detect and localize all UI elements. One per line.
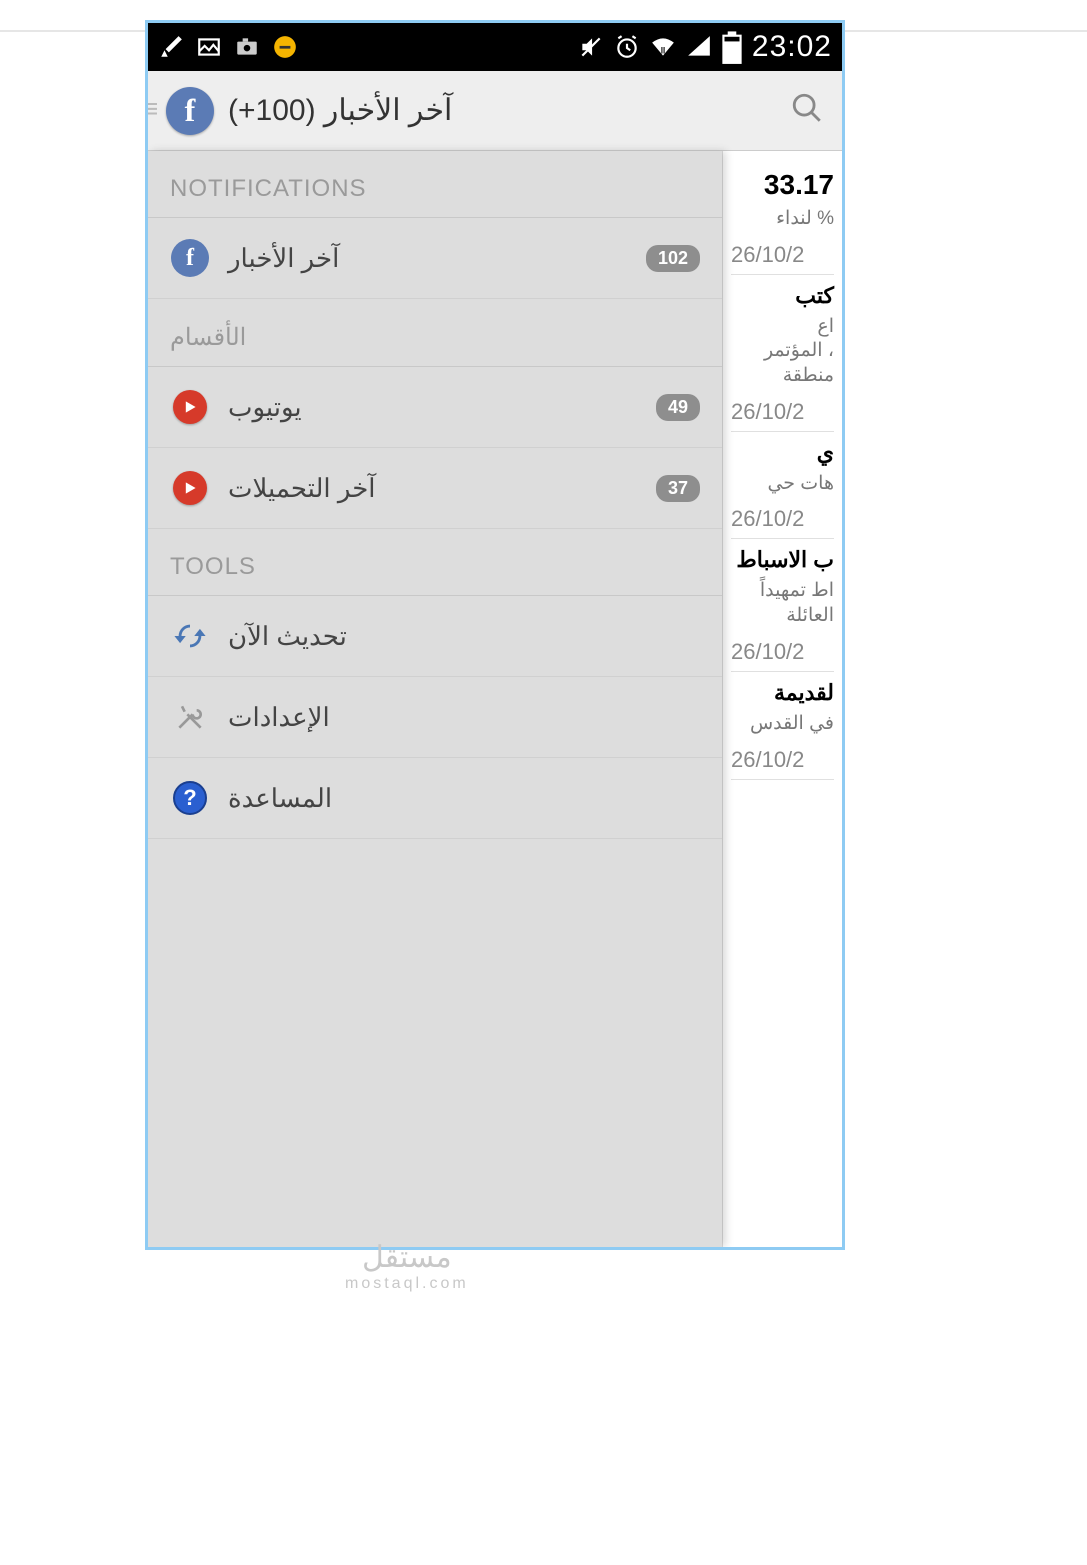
drawer-item-label: الإعدادات xyxy=(228,702,330,733)
drawer-item-label: تحديث الآن xyxy=(228,621,347,652)
bg-title-4: لقديمة xyxy=(731,680,834,706)
watermark-main: مستقل xyxy=(345,1240,469,1275)
facebook-icon: f xyxy=(171,239,209,277)
alarm-icon xyxy=(614,34,640,60)
mute-icon xyxy=(578,34,604,60)
facebook-icon: f xyxy=(166,87,214,135)
camera-icon xyxy=(234,34,260,60)
signal-icon xyxy=(686,34,712,60)
bg-sub-3: اط تمهيداً العائلة xyxy=(731,579,834,628)
count-badge: 49 xyxy=(656,394,700,421)
menu-icon[interactable]: ≡ xyxy=(145,93,158,125)
drawer-item-youtube[interactable]: يوتيوب 49 xyxy=(148,367,722,448)
drawer-item-settings[interactable]: الإعدادات xyxy=(148,677,722,758)
status-left-icons xyxy=(158,34,298,60)
drawer-item-label: آخر الأخبار xyxy=(228,243,339,274)
drawer-item-downloads[interactable]: آخر التحميلات 37 xyxy=(148,448,722,529)
bg-date-3: 26/10/2 xyxy=(731,639,834,665)
status-right-icons: 23:02 xyxy=(578,30,832,64)
device-frame: 23:02 ≡ f آخر الأخبار (100+) 33.17 % لند… xyxy=(145,20,845,1250)
count-badge: 102 xyxy=(646,245,700,272)
drawer-item-label: آخر التحميلات xyxy=(228,473,376,504)
play-icon xyxy=(173,471,207,505)
android-status-bar: 23:02 xyxy=(148,23,842,71)
play-icon xyxy=(173,390,207,424)
section-header-notifications: NOTIFICATIONS xyxy=(148,151,722,218)
tools-icon xyxy=(170,697,210,737)
bg-sub-2: هات حي xyxy=(731,472,834,497)
section-header-categories: الأقسام xyxy=(148,299,722,367)
news-list-background: 33.17 % لنداء 26/10/2 كتب اع ، المؤتمر م… xyxy=(722,151,842,1247)
brush-icon xyxy=(158,34,184,60)
bg-date-4: 26/10/2 xyxy=(731,747,834,773)
status-clock: 23:02 xyxy=(752,30,832,64)
bg-sub-4: في القدس xyxy=(731,712,834,737)
bg-date-1: 26/10/2 xyxy=(731,399,834,425)
page-title: آخر الأخبار (100+) xyxy=(228,93,452,128)
bg-sub-1: اع ، المؤتمر منطقة xyxy=(731,315,834,389)
bg-title-3: ب الاسباط xyxy=(731,547,834,573)
image-icon xyxy=(196,34,222,60)
bg-date-0: 26/10/2 xyxy=(731,242,834,268)
section-header-tools: TOOLS xyxy=(148,529,722,596)
refresh-icon xyxy=(170,616,210,656)
bg-number: 33.17 xyxy=(731,169,834,201)
help-icon: ? xyxy=(173,781,207,815)
minus-circle-icon xyxy=(272,34,298,60)
watermark-sub: mostaql.com xyxy=(345,1275,469,1293)
wifi-icon xyxy=(650,34,676,60)
drawer-item-help[interactable]: ? المساعدة xyxy=(148,758,722,839)
drawer-item-label: المساعدة xyxy=(228,783,332,814)
drawer-item-news[interactable]: f آخر الأخبار 102 xyxy=(148,218,722,299)
bg-date-2: 26/10/2 xyxy=(731,506,834,532)
battery-icon xyxy=(722,34,742,60)
search-button[interactable] xyxy=(790,91,824,130)
count-badge: 37 xyxy=(656,475,700,502)
bg-title-2: ي xyxy=(731,440,834,466)
watermark: مستقل mostaql.com xyxy=(345,1240,469,1293)
bg-sub-0: % لنداء xyxy=(731,207,834,232)
navigation-drawer: NOTIFICATIONS f آخر الأخبار 102 الأقسام … xyxy=(148,151,722,1247)
bg-title-1: كتب xyxy=(731,283,834,309)
drawer-item-refresh[interactable]: تحديث الآن xyxy=(148,596,722,677)
app-header: ≡ f آخر الأخبار (100+) xyxy=(148,71,842,151)
drawer-item-label: يوتيوب xyxy=(228,392,302,423)
